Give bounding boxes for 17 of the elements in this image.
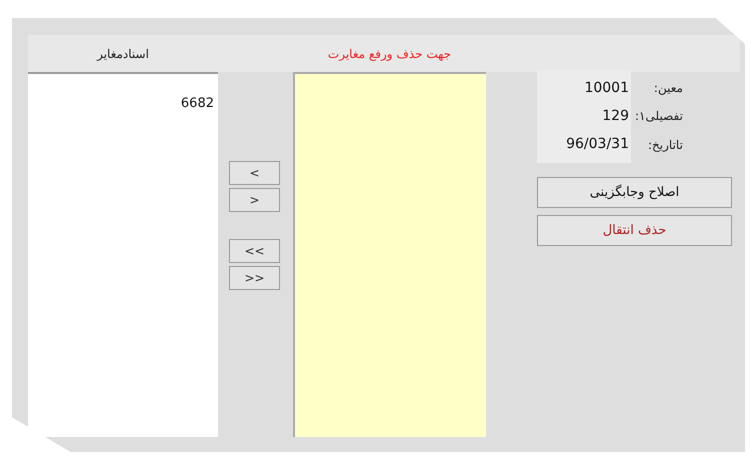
list-heading: اسنادمغایر xyxy=(96,46,150,62)
action-button[interactable]: اصلاح وجابگزینی xyxy=(537,177,732,208)
info-value: 129 xyxy=(602,106,629,126)
move-button[interactable]: << xyxy=(229,239,280,263)
list-item[interactable]: 6682 xyxy=(180,94,214,114)
section-title: جهت حذف ورفع مغایرت xyxy=(326,46,452,62)
delete-list[interactable] xyxy=(293,72,486,437)
info-label: تفصیلی۱: xyxy=(635,108,683,126)
move-button[interactable]: >> xyxy=(229,266,280,290)
mismatched-list[interactable]: 6682 xyxy=(28,72,218,437)
move-button[interactable]: < xyxy=(229,161,280,185)
info-value: 10001 xyxy=(584,78,629,98)
action-button[interactable]: حذف انتقال xyxy=(537,215,732,246)
info-value: 96/03/31 xyxy=(566,135,629,154)
info-label: معین: xyxy=(652,80,683,98)
move-button[interactable]: > xyxy=(229,188,280,212)
info-label: تاتاریخ: xyxy=(647,136,683,154)
